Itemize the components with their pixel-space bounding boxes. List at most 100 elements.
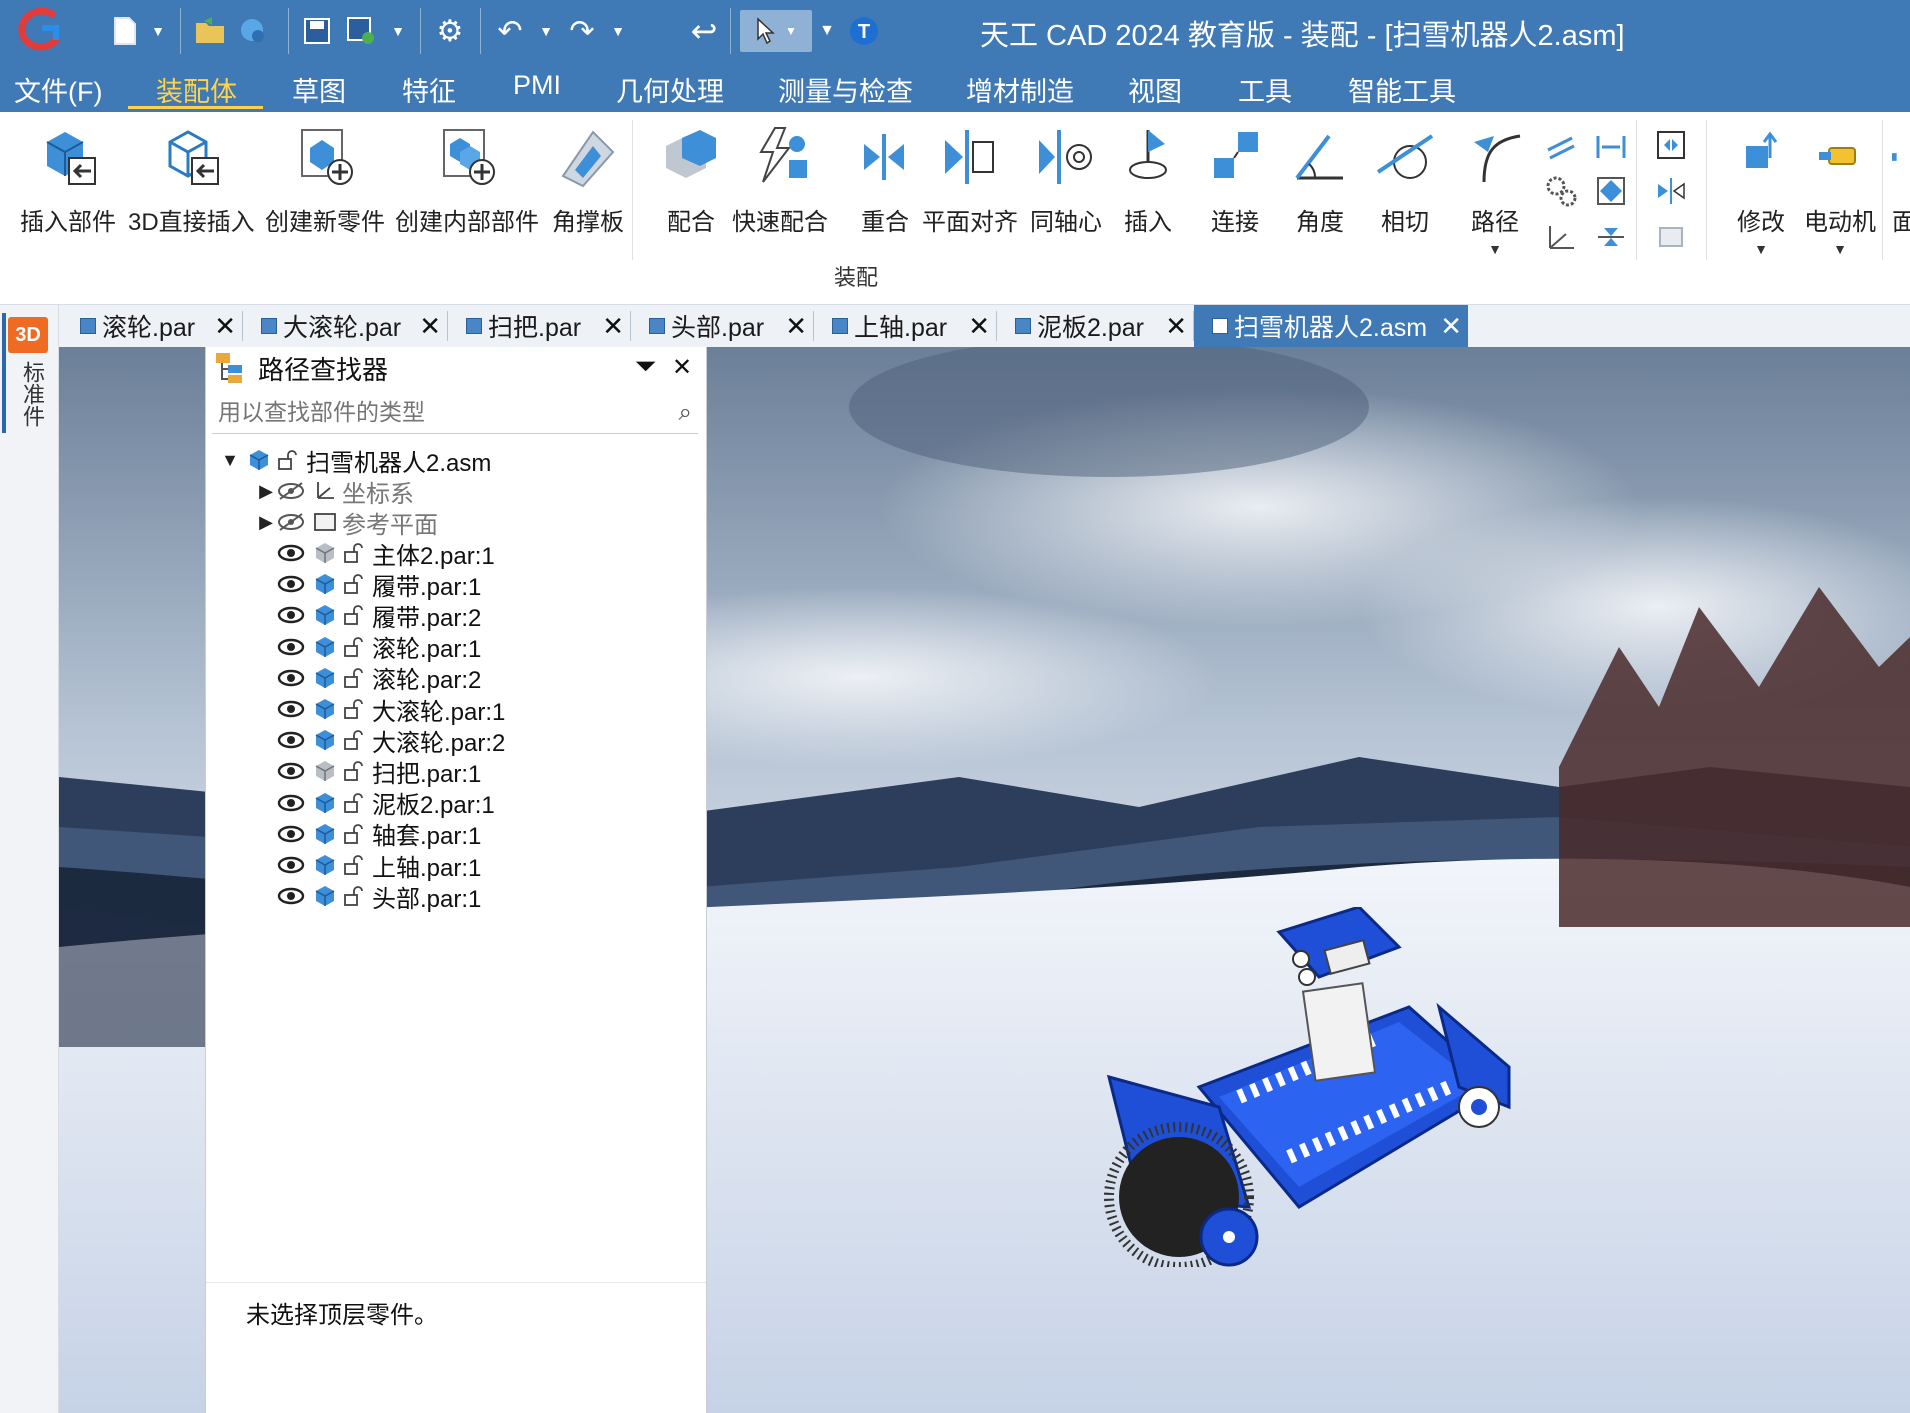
eye-icon[interactable] xyxy=(276,699,306,719)
tab-big-roller[interactable]: 大滚轮.par ✕ xyxy=(243,305,448,347)
tree-part-item[interactable]: 大滚轮.par:1 xyxy=(276,692,505,726)
new-file-icon[interactable] xyxy=(108,10,142,52)
undo-dropdown-icon[interactable]: ▼ xyxy=(536,10,556,52)
align-center-icon[interactable] xyxy=(1594,220,1628,254)
close-icon[interactable]: ✕ xyxy=(1165,311,1187,342)
menu-assembly[interactable]: 装配体 xyxy=(156,70,237,109)
close-icon[interactable]: ✕ xyxy=(1440,311,1462,342)
tree-part-item[interactable]: 滚轮.par:1 xyxy=(276,630,481,664)
eye-icon[interactable] xyxy=(276,855,306,875)
insert-button[interactable]: 插入 xyxy=(1113,122,1183,237)
modify-dropdown-icon[interactable]: ▼ xyxy=(1754,241,1768,257)
close-icon[interactable]: ✕ xyxy=(672,353,692,382)
tree-part-item[interactable]: 轴套.par:1 xyxy=(276,817,481,851)
redo-icon[interactable]: ↷ xyxy=(564,10,600,52)
menu-file[interactable]: 文件(F) xyxy=(14,70,102,109)
internal-part-button[interactable]: 创建内部部件 xyxy=(395,122,539,237)
customize-icon[interactable]: ▼ xyxy=(816,10,838,52)
quick-mate-button[interactable]: 快速配合 xyxy=(732,122,828,237)
tab-mudguard[interactable]: 泥板2.par ✕ xyxy=(997,305,1194,347)
expand-arrow-icon[interactable]: ▶ xyxy=(256,481,276,502)
explode-view-icon[interactable] xyxy=(1654,128,1688,162)
parallel-icon[interactable] xyxy=(1544,130,1578,164)
part-search-input[interactable] xyxy=(212,395,664,429)
save-as-icon[interactable] xyxy=(344,10,378,52)
motor-dropdown-icon[interactable]: ▼ xyxy=(1833,241,1847,257)
tab-upper-shaft[interactable]: 上轴.par ✕ xyxy=(814,305,997,347)
tree-part-item[interactable]: 上轴.par:1 xyxy=(276,848,481,882)
menu-feature[interactable]: 特征 xyxy=(402,70,456,109)
menu-geometry[interactable]: 几何处理 xyxy=(616,70,724,109)
standard-parts-label[interactable]: 标准件 xyxy=(16,361,48,427)
redo-dropdown-icon[interactable]: ▼ xyxy=(608,10,628,52)
new-part-button[interactable]: 创建新零件 xyxy=(265,122,385,237)
coincident-button[interactable]: 重合 xyxy=(850,122,920,237)
menu-additive[interactable]: 增材制造 xyxy=(966,70,1074,109)
undo-icon[interactable]: ↶ xyxy=(492,10,528,52)
tab-snow-robot-asm[interactable]: 扫雪机器人2.asm ✕ xyxy=(1194,305,1468,347)
save-icon[interactable] xyxy=(300,10,334,52)
motor-button[interactable]: 电动机 ▼ xyxy=(1804,122,1876,257)
t-app-icon[interactable]: T xyxy=(846,10,882,52)
tree-part-item[interactable]: 滚轮.par:2 xyxy=(276,661,481,695)
distance-icon[interactable] xyxy=(1594,130,1628,164)
search-icon[interactable]: ⌕ xyxy=(679,399,692,427)
globe-icon[interactable] xyxy=(236,10,270,52)
select-tool-button[interactable]: ▼ xyxy=(740,10,812,52)
tree-part-item[interactable]: 履带.par:2 xyxy=(276,598,481,632)
tree-group-coordinate[interactable]: ▶ 坐标系 xyxy=(256,474,414,508)
menu-sketch[interactable]: 草图 xyxy=(292,70,346,109)
panel-menu-icon[interactable]: ⏷ xyxy=(636,353,655,381)
3d-insert-button[interactable]: 3D直接插入 xyxy=(128,122,255,237)
eye-icon[interactable] xyxy=(276,824,306,844)
tree-root[interactable]: ▼ 扫雪机器人2.asm xyxy=(220,443,491,477)
eye-icon[interactable] xyxy=(276,668,306,688)
tab-head[interactable]: 头部.par ✕ xyxy=(631,305,814,347)
close-icon[interactable]: ✕ xyxy=(968,311,990,342)
app-logo-icon[interactable] xyxy=(12,4,64,56)
tree-part-item[interactable]: 扫把.par:1 xyxy=(276,754,481,788)
eye-icon[interactable] xyxy=(276,543,306,563)
gear-assembly-icon[interactable] xyxy=(1544,174,1578,208)
path-dropdown-icon[interactable]: ▼ xyxy=(1488,241,1502,257)
coaxial-button[interactable]: 同轴心 xyxy=(1030,122,1102,237)
snow-robot-model[interactable] xyxy=(1079,907,1519,1267)
eye-icon[interactable] xyxy=(276,637,306,657)
part-search-box[interactable]: ⌕ xyxy=(212,395,698,434)
menu-view[interactable]: 视图 xyxy=(1128,70,1182,109)
gusset-button[interactable]: 角撑板 xyxy=(552,122,624,237)
expand-arrow-icon[interactable]: ▶ xyxy=(256,512,276,533)
tangent-button[interactable]: 相切 xyxy=(1370,122,1440,237)
angle-button[interactable]: 角度 xyxy=(1285,122,1355,237)
path-button[interactable]: 路径 ▼ xyxy=(1460,122,1530,257)
tree-group-reference-plane[interactable]: ▶ 参考平面 xyxy=(256,505,438,539)
tree-part-item[interactable]: 大滚轮.par:2 xyxy=(276,723,505,757)
save-dropdown-icon[interactable]: ▼ xyxy=(388,10,408,52)
tree-part-item[interactable]: 头部.par:1 xyxy=(276,879,481,913)
connect-button[interactable]: 连接 xyxy=(1200,122,1270,237)
tree-part-item[interactable]: 履带.par:1 xyxy=(276,567,481,601)
tab-roller[interactable]: 滚轮.par ✕ xyxy=(62,305,243,347)
close-icon[interactable]: ✕ xyxy=(214,311,236,342)
tab-broom[interactable]: 扫把.par ✕ xyxy=(448,305,631,347)
insert-part-button[interactable]: 插入部件 xyxy=(20,122,116,237)
eye-icon[interactable] xyxy=(276,793,306,813)
plane-align-button[interactable]: 平面对齐 xyxy=(922,122,1018,237)
menu-measure[interactable]: 测量与检查 xyxy=(778,70,913,109)
coordinate-mate-icon[interactable] xyxy=(1544,220,1578,254)
mate-button[interactable]: 配合 xyxy=(656,122,726,237)
face-button[interactable]: 面 xyxy=(1892,122,1910,237)
hidden-eye-icon[interactable] xyxy=(276,481,306,501)
close-icon[interactable]: ✕ xyxy=(419,311,441,342)
pattern-icon[interactable] xyxy=(1654,220,1688,254)
modify-button[interactable]: 修改 ▼ xyxy=(1726,122,1796,257)
menu-smart-tools[interactable]: 智能工具 xyxy=(1348,70,1456,109)
gear-icon[interactable]: ⚙ xyxy=(432,10,468,52)
eye-icon[interactable] xyxy=(276,761,306,781)
close-icon[interactable]: ✕ xyxy=(602,311,624,342)
eye-icon[interactable] xyxy=(276,605,306,625)
symmetric-icon[interactable] xyxy=(1594,174,1628,208)
tree-part-item[interactable]: 主体2.par:1 xyxy=(276,536,495,570)
eye-icon[interactable] xyxy=(276,886,306,906)
eye-icon[interactable] xyxy=(276,574,306,594)
